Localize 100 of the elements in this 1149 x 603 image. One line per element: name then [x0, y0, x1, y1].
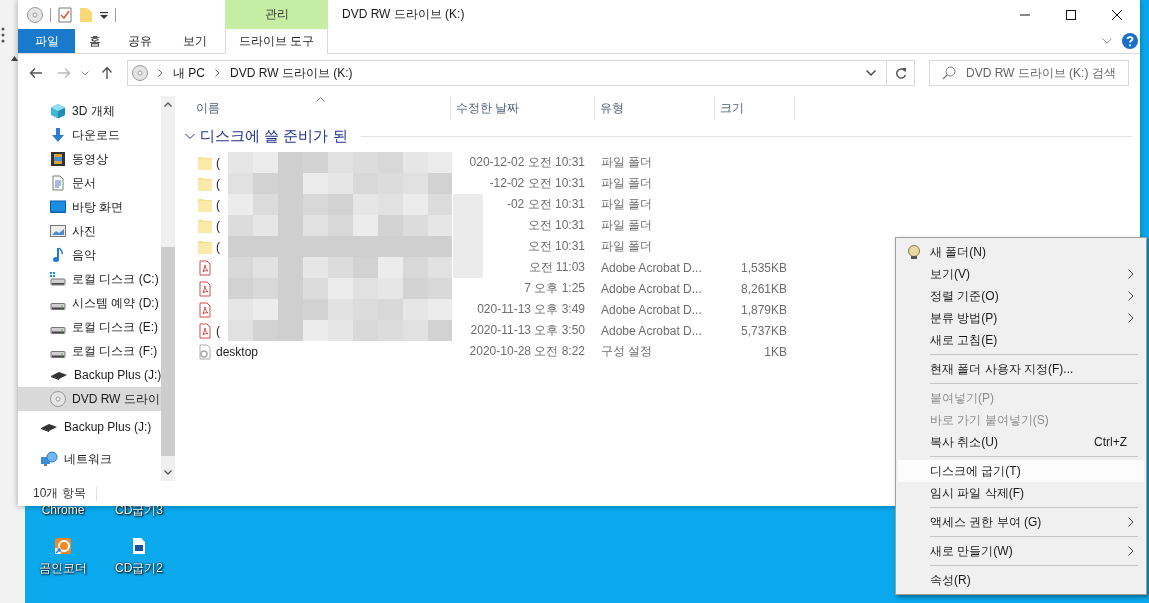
folder-icon	[197, 154, 213, 171]
table-cell: 오전 10:31	[527, 217, 585, 234]
breadcrumb[interactable]: 내 PC	[173, 64, 205, 82]
nav-item[interactable]: Backup Plus (J:)	[18, 411, 162, 443]
more-icon[interactable]	[1, 27, 5, 43]
nav-item[interactable]: 로컬 디스크 (F:)	[18, 339, 162, 363]
ribbon-tab[interactable]: 보기	[165, 29, 225, 53]
menu-item[interactable]: 현재 폴더 사용자 지정(F)...	[898, 358, 1144, 380]
file-name[interactable]: (	[216, 155, 220, 170]
scrollbar[interactable]	[161, 96, 175, 481]
pdf-file-icon	[197, 322, 213, 339]
pdf-file-icon	[197, 259, 213, 276]
desktop-icon-label[interactable]: CD굽기3	[115, 503, 163, 517]
drive-icon	[50, 350, 66, 358]
table-cell: 파일 폴더	[601, 238, 653, 255]
table-cell: 1KB	[764, 344, 787, 359]
file-name[interactable]: desktop	[216, 344, 259, 359]
up-arrow-icon[interactable]	[101, 66, 113, 80]
cube-icon	[50, 103, 66, 119]
network-globe-icon	[40, 451, 58, 467]
table-cell: -12-02 오전 10:31	[489, 175, 585, 192]
table-cell: 2020-10-28 오전 8:22	[469, 343, 585, 360]
folder-icon	[197, 196, 213, 213]
nav-item[interactable]: 다운로드	[18, 123, 162, 147]
table-cell: 2020-11-13 오후 3:50	[470, 322, 585, 339]
column-header[interactable]: 이름	[175, 96, 451, 120]
nav-item[interactable]: 로컬 디스크 (E:)	[18, 315, 162, 339]
ribbon-tab[interactable]: 홈	[75, 29, 115, 53]
file-name[interactable]: (	[216, 323, 220, 338]
menu-item[interactable]: 복사 취소(U) Ctrl+Z	[898, 431, 1144, 453]
music-note-icon	[50, 247, 66, 263]
menu-item[interactable]: 정렬 기준(O)	[898, 285, 1144, 307]
dropdown-icon[interactable]	[100, 10, 108, 19]
nav-item[interactable]: 로컬 디스크 (C:)	[18, 267, 162, 291]
nav-item[interactable]: 동영상	[18, 147, 162, 171]
file-menu-button[interactable]: 파일	[18, 29, 75, 53]
menu-item[interactable]: 속성(R)	[898, 569, 1144, 591]
file-name[interactable]: (	[216, 218, 220, 233]
shortcut-text: Ctrl+Z	[1094, 435, 1127, 449]
checklist-icon[interactable]	[58, 6, 72, 23]
nav-item[interactable]: 네트워크	[18, 443, 162, 475]
disc-icon[interactable]	[27, 6, 43, 23]
table-cell: 파일 폴더	[601, 196, 653, 213]
nav-item[interactable]: 바탕 화면	[18, 195, 162, 219]
nav-item[interactable]: 3D 개체	[18, 99, 162, 123]
menu-item[interactable]: 새 폴더(N)	[898, 241, 1144, 263]
table-cell: 파일 폴더	[601, 217, 653, 234]
table-cell: 파일 폴더	[601, 154, 653, 171]
gear-file-icon	[197, 343, 213, 360]
file-name[interactable]: (	[216, 197, 220, 212]
table-cell: 7 오후 1:25	[524, 280, 585, 297]
breadcrumb[interactable]: DVD RW 드라이브 (K:)	[230, 64, 353, 82]
tool-group-label: 관리	[225, 0, 328, 29]
table-cell: Adobe Acrobat D...	[601, 323, 702, 338]
column-header[interactable]: 유형	[595, 96, 715, 120]
chevron-right-icon[interactable]	[215, 69, 220, 77]
drive-icon	[50, 326, 66, 334]
status-text: 10개 항목	[33, 485, 86, 502]
file-name[interactable]: (	[216, 239, 220, 254]
picture-icon	[50, 223, 66, 239]
table-cell: 020-11-13 오후 3:49	[477, 301, 585, 318]
maximize-icon	[1066, 9, 1076, 20]
help-icon[interactable]	[1122, 33, 1138, 49]
nav-item[interactable]: 문서	[18, 171, 162, 195]
nav-item[interactable]: 사진	[18, 219, 162, 243]
ribbon-tab[interactable]: 공유	[115, 29, 165, 53]
column-header[interactable]: 크기	[715, 96, 795, 120]
menu-item[interactable]: 분류 방법(P)	[898, 307, 1144, 329]
film-reel-icon[interactable]	[54, 537, 72, 555]
chevron-down-icon[interactable]	[866, 70, 876, 76]
scroll-up-icon[interactable]	[11, 56, 18, 61]
table-cell: 5,737KB	[740, 323, 787, 338]
file-icon[interactable]	[132, 537, 146, 555]
menu-item[interactable]: 보기(V)	[898, 263, 1144, 285]
file-name[interactable]: (	[216, 176, 220, 191]
scroll-up-icon[interactable]	[164, 102, 173, 107]
down-arrow-icon	[50, 127, 66, 143]
nav-item[interactable]: Backup Plus (J:)	[18, 363, 162, 387]
table-cell: 파일 폴더	[601, 175, 653, 192]
window-title: DVD RW 드라이브 (K:)	[342, 6, 466, 23]
table-cell: Adobe Acrobat D...	[601, 302, 702, 317]
nav-item[interactable]: 시스템 예약 (D:)	[18, 291, 162, 315]
nav-item[interactable]: 음악	[18, 243, 162, 267]
menu-item[interactable]: 디스크에 굽기(T)	[898, 460, 1144, 482]
search-field[interactable]: DVD RW 드라이브 (K:) 검색	[929, 60, 1129, 86]
group-heading[interactable]: 디스크에 쓸 준비가 된	[200, 126, 348, 146]
back-icon[interactable]	[29, 67, 43, 79]
table-cell: Adobe Acrobat D...	[601, 260, 702, 275]
folder-icon	[197, 217, 213, 234]
menu-item[interactable]: 임시 파일 삭제(F)	[898, 482, 1144, 504]
menu-item[interactable]: 새로 만들기(W)	[898, 540, 1144, 562]
chevron-right-icon[interactable]	[158, 69, 163, 77]
nav-item[interactable]: DVD RW 드라이	[18, 387, 162, 411]
menu-item[interactable]: 새로 고침(E)	[898, 329, 1144, 351]
scroll-down-icon[interactable]	[164, 470, 173, 475]
scroll-thumb[interactable]	[161, 247, 175, 456]
table-cell: 1,535KB	[740, 260, 787, 275]
column-header[interactable]: 수정한 날짜	[451, 96, 595, 120]
menu-item[interactable]: 액세스 권한 부여 (G)	[898, 511, 1144, 533]
address-bar[interactable]: 내 PC DVD RW 드라이브 (K:)	[127, 60, 915, 86]
